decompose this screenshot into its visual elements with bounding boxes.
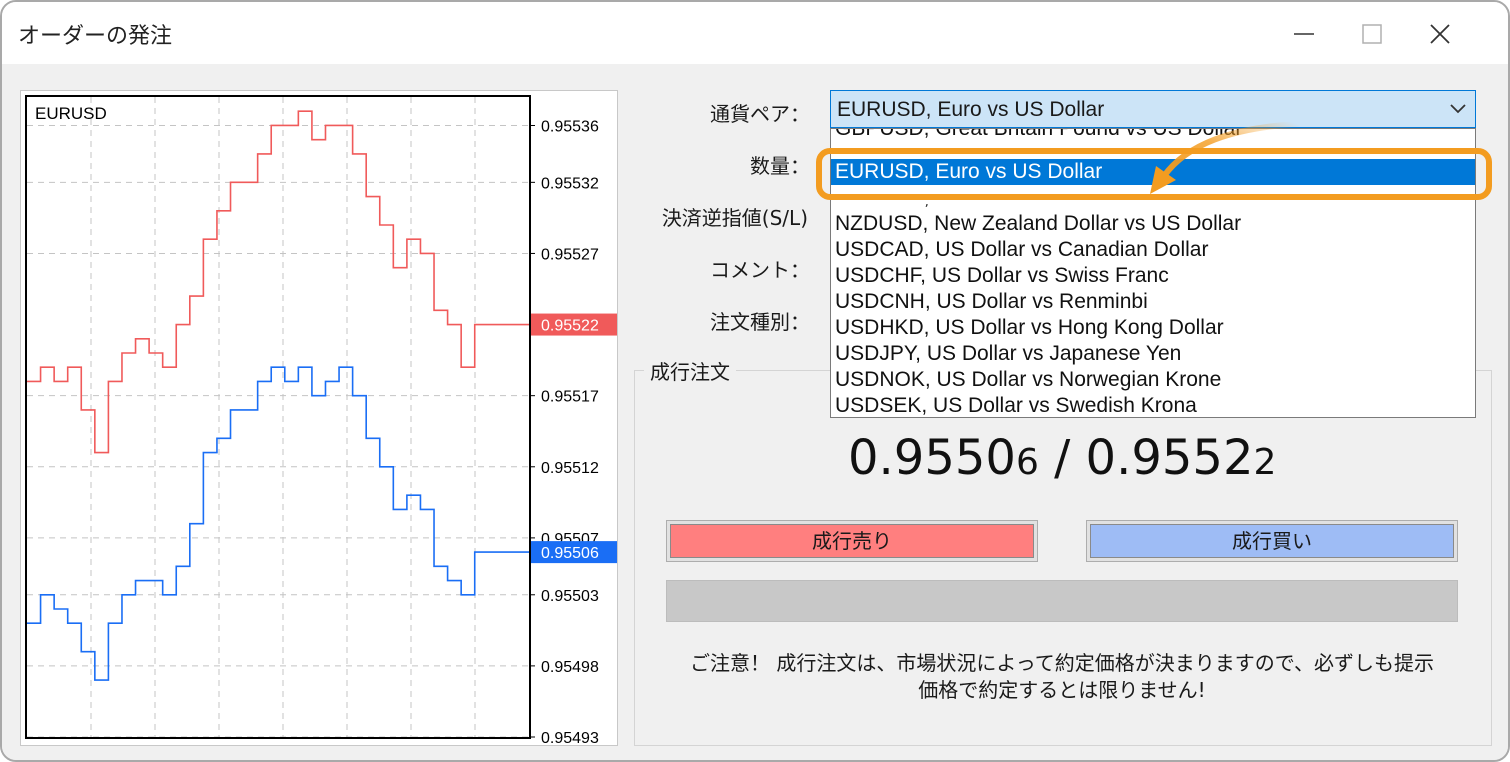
ask-price-small: 2	[1253, 442, 1277, 483]
chart-symbol-label: EURUSD	[35, 104, 107, 123]
y-tick-label: 0.95503	[541, 588, 599, 605]
plot-area-border	[25, 95, 531, 739]
bid-price-tag: 0.95506	[541, 545, 599, 562]
buy-by-market-button[interactable]: 成行買い	[1086, 520, 1458, 562]
market-order-group-title: 成行注文	[644, 356, 736, 385]
y-tick-label: 0.95517	[541, 389, 599, 406]
dropdown-item[interactable]: USDSEK, US Dollar vs Swedish Krona	[831, 393, 1475, 417]
dropdown-item[interactable]: USDHKD, US Dollar vs Hong Kong Dollar	[831, 315, 1475, 341]
order-window: オーダーの発注 EURUSD 0.95536 0.95532 0.95527 0.95…	[0, 0, 1510, 762]
dropdown-item[interactable]: NZDUSD, New Zealand Dollar vs US Dollar	[831, 211, 1475, 237]
y-tick-label: 0.95493	[541, 730, 599, 745]
minimize-button[interactable]	[1269, 12, 1339, 56]
maximize-icon	[1362, 24, 1382, 44]
minimize-icon	[1294, 33, 1314, 35]
bid-ask-price: 0.95506 / 0.95522	[848, 430, 1276, 486]
notice-line-2: 価格で約定するとは限りません!	[918, 678, 1206, 702]
sell-button-label: 成行売り	[670, 524, 1034, 558]
pointer-arrow-icon	[1150, 122, 1300, 194]
bid-price-line	[27, 366, 529, 681]
comment-label: コメント：	[710, 258, 810, 282]
close-icon	[1430, 24, 1450, 44]
market-order-notice: ご注意！ 成行注文は、市場状況によって約定価格が決まりますので、必ずしも提示 価…	[642, 650, 1482, 704]
dropdown-item[interactable]: USDCNH, US Dollar vs Renminbi	[831, 289, 1475, 315]
ask-price-main: 0.9552	[1085, 430, 1254, 486]
close-button[interactable]	[1405, 12, 1475, 56]
dropdown-item[interactable]: USDJPY, US Dollar vs Japanese Yen	[831, 341, 1475, 367]
symbol-label: 通貨ペア：	[710, 102, 810, 126]
y-tick-label: 0.95527	[541, 246, 599, 263]
dialog-body: EURUSD 0.95536 0.95532 0.95527 0.95517 0.955…	[2, 64, 1508, 760]
bid-price-main: 0.9550	[848, 430, 1016, 486]
order-progress-bar	[666, 580, 1458, 622]
notice-line-1: ご注意！ 成行注文は、市場状況によって約定価格が決まりますので、必ずしも提示	[690, 651, 1434, 675]
symbol-select-value: EURUSD, Euro vs US Dollar	[837, 98, 1105, 121]
y-tick-label: 0.95512	[541, 460, 599, 477]
chevron-down-icon	[1450, 104, 1466, 114]
y-tick-label: 0.95536	[541, 118, 599, 135]
tick-chart-svg: EURUSD 0.95536 0.95532 0.95527 0.95517 0.955…	[25, 95, 617, 745]
order-type-label: 注文種別：	[710, 310, 810, 334]
y-tick-label: 0.95532	[541, 175, 599, 192]
price-separator: /	[1038, 430, 1086, 486]
y-tick-label: 0.95498	[541, 659, 599, 676]
dropdown-item[interactable]: USDCAD, US Dollar vs Canadian Dollar	[831, 237, 1475, 263]
window-title: オーダーの発注	[18, 24, 173, 49]
ask-price-tag: 0.95522	[541, 318, 599, 335]
stop-loss-label: 決済逆指値(S/L)	[661, 206, 808, 230]
maximize-button[interactable]	[1337, 12, 1407, 56]
ask-price-line	[27, 110, 529, 454]
buy-button-label: 成行買い	[1090, 524, 1454, 558]
bid-price-small: 6	[1015, 442, 1039, 483]
tick-chart: EURUSD 0.95536 0.95532 0.95527 0.95517 0.955…	[20, 90, 618, 746]
dropdown-item[interactable]: USDNOK, US Dollar vs Norwegian Krone	[831, 367, 1475, 393]
sell-by-market-button[interactable]: 成行売り	[666, 520, 1038, 562]
title-bar: オーダーの発注	[2, 2, 1508, 64]
dropdown-item[interactable]: USDCHF, US Dollar vs Swiss Franc	[831, 263, 1475, 289]
volume-label: 数量：	[750, 154, 810, 178]
